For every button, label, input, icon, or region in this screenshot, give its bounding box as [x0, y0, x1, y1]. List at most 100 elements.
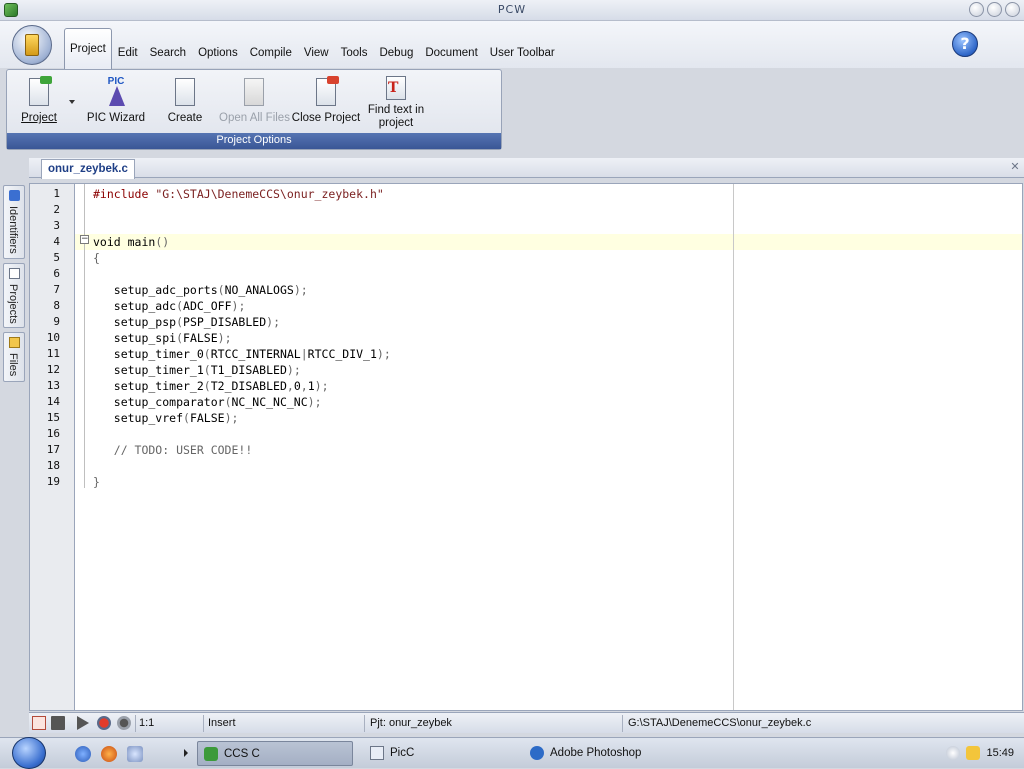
project-ribbon: Project PIC PIC Wizard Create Open All F… [6, 69, 502, 150]
error-icon[interactable] [32, 716, 46, 730]
code-line[interactable]: setup_timer_0(RTCC_INTERNAL|RTCC_DIV_1); [93, 346, 391, 362]
record-macro-icon[interactable] [97, 716, 111, 730]
code-line[interactable] [93, 218, 391, 234]
system-clock: 15:49 [986, 747, 1014, 759]
security-shield-icon[interactable] [966, 746, 980, 760]
find-text-label-line2: project [378, 117, 414, 129]
title-bar: PCW [0, 0, 1024, 21]
line-number: 4 [53, 235, 60, 248]
project-button-label: Project [21, 112, 57, 124]
menu-document[interactable]: Document [419, 39, 483, 69]
status-separator [135, 715, 136, 732]
firefox-icon[interactable] [101, 746, 117, 762]
project-status: Pjt: onur_zeybek [370, 717, 452, 729]
code-line[interactable] [93, 202, 391, 218]
edit-mode: Insert [208, 717, 236, 729]
fold-guide [84, 184, 85, 488]
line-number: 13 [46, 379, 60, 392]
file-tab[interactable]: onur_zeybek.c [41, 159, 135, 179]
menu-options[interactable]: Options [192, 39, 244, 69]
code-line[interactable] [93, 458, 391, 474]
close-button[interactable] [1005, 2, 1020, 17]
line-number: 1 [53, 187, 60, 200]
code-line[interactable] [93, 426, 391, 442]
side-panel-tabs: Identifiers Projects Files [3, 185, 25, 386]
menu-user-toolbar[interactable]: User Toolbar [484, 39, 561, 69]
cursor-position: 1:1 [139, 717, 155, 729]
menu-compile[interactable]: Compile [244, 39, 298, 69]
find-text-icon: T [383, 74, 409, 102]
side-tab-identifiers[interactable]: Identifiers [3, 185, 25, 259]
taskbar-item-picc[interactable]: PicC [364, 741, 514, 766]
app-menu-orb[interactable] [12, 25, 52, 65]
status-separator [622, 715, 623, 732]
line-number: 11 [46, 347, 60, 360]
menu-edit[interactable]: Edit [112, 39, 144, 69]
code-line[interactable]: setup_adc_ports(NO_ANALOGS); [93, 282, 391, 298]
maximize-button[interactable] [987, 2, 1002, 17]
taskbar-item-adobe-photoshop[interactable]: Adobe Photoshop [524, 741, 674, 766]
fold-toggle-icon[interactable]: − [80, 235, 89, 244]
code-editor[interactable]: 1 2 3 4 5 6 7 8 9 10 11 12 13 14 15 16 17 18 19 − #include… [29, 183, 1023, 711]
quick-launch-app-icon[interactable] [127, 746, 143, 762]
code-line[interactable]: setup_spi(FALSE); [93, 330, 391, 346]
code-line[interactable] [93, 266, 391, 282]
open-all-files-label: Open All Files [219, 112, 290, 124]
ccs-icon [204, 747, 218, 761]
project-dropdown-arrow[interactable] [69, 100, 75, 104]
menu-debug[interactable]: Debug [373, 39, 419, 69]
document-icon [370, 746, 384, 760]
window-title: PCW [497, 3, 527, 16]
code-line[interactable]: setup_adc(ADC_OFF); [93, 298, 391, 314]
menu-bar: Project Edit Search Options Compile View… [0, 21, 1024, 69]
menu-project[interactable]: Project [64, 28, 112, 69]
open-all-files-button[interactable]: Open All Files [219, 76, 290, 130]
line-number: 5 [53, 251, 60, 264]
taskbar-item-ccs-c[interactable]: CCS C [197, 741, 353, 766]
line-number: 14 [46, 395, 60, 408]
line-number-gutter: 1 2 3 4 5 6 7 8 9 10 11 12 13 14 15 16 17 18 19 [30, 184, 75, 710]
find-text-in-project-button[interactable]: T Find text in project [363, 74, 429, 129]
create-icon [172, 76, 198, 108]
code-line[interactable]: #include "G:\STAJ\DenemeCCS\onur_zeybek.… [93, 186, 391, 202]
close-tab-icon[interactable]: ✕ [1009, 161, 1021, 173]
start-button[interactable] [12, 737, 46, 769]
code-line[interactable]: } [93, 474, 391, 490]
line-number: 18 [46, 459, 60, 472]
code-line[interactable]: setup_vref(FALSE); [93, 410, 391, 426]
code-line[interactable]: // TODO: USER CODE!! [93, 442, 391, 458]
play-macro-icon[interactable] [77, 716, 89, 730]
create-button[interactable]: Create [163, 76, 207, 130]
menu-view[interactable]: View [298, 39, 335, 69]
code-content[interactable]: #include "G:\STAJ\DenemeCCS\onur_zeybek.… [93, 186, 391, 490]
tray-expand-icon[interactable] [946, 746, 960, 760]
show-desktop-icon[interactable] [75, 746, 91, 762]
project-button[interactable]: Project [15, 76, 63, 130]
code-line[interactable]: void main() [93, 234, 391, 250]
line-number: 16 [46, 427, 60, 440]
line-number: 2 [53, 203, 60, 216]
stop-macro-icon[interactable] [117, 716, 131, 730]
line-number: 8 [53, 299, 60, 312]
bookmark-icon[interactable] [51, 716, 65, 730]
menu-search[interactable]: Search [144, 39, 192, 69]
code-line[interactable]: { [93, 250, 391, 266]
line-number: 7 [53, 283, 60, 296]
code-line[interactable]: setup_timer_2(T2_DISABLED,0,1); [93, 378, 391, 394]
create-label: Create [167, 112, 203, 124]
menu-tools[interactable]: Tools [335, 39, 374, 69]
pic-wizard-label: PIC Wizard [86, 112, 146, 124]
quick-launch-expand-icon[interactable] [184, 749, 188, 757]
side-tab-files[interactable]: Files [3, 332, 25, 382]
ribbon-group-label: Project Options [7, 133, 501, 149]
help-icon[interactable]: ? [952, 31, 978, 57]
close-project-button[interactable]: Close Project [291, 76, 361, 130]
code-line[interactable]: setup_timer_1(T1_DISABLED); [93, 362, 391, 378]
minimize-button[interactable] [969, 2, 984, 17]
side-tab-projects[interactable]: Projects [3, 262, 25, 329]
file-path-status: G:\STAJ\DenemeCCS\onur_zeybek.c [628, 717, 812, 729]
pic-wizard-button[interactable]: PIC PIC Wizard [85, 76, 147, 130]
code-line[interactable]: setup_psp(PSP_DISABLED); [93, 314, 391, 330]
right-margin-guide [733, 184, 734, 710]
code-line[interactable]: setup_comparator(NC_NC_NC_NC); [93, 394, 391, 410]
